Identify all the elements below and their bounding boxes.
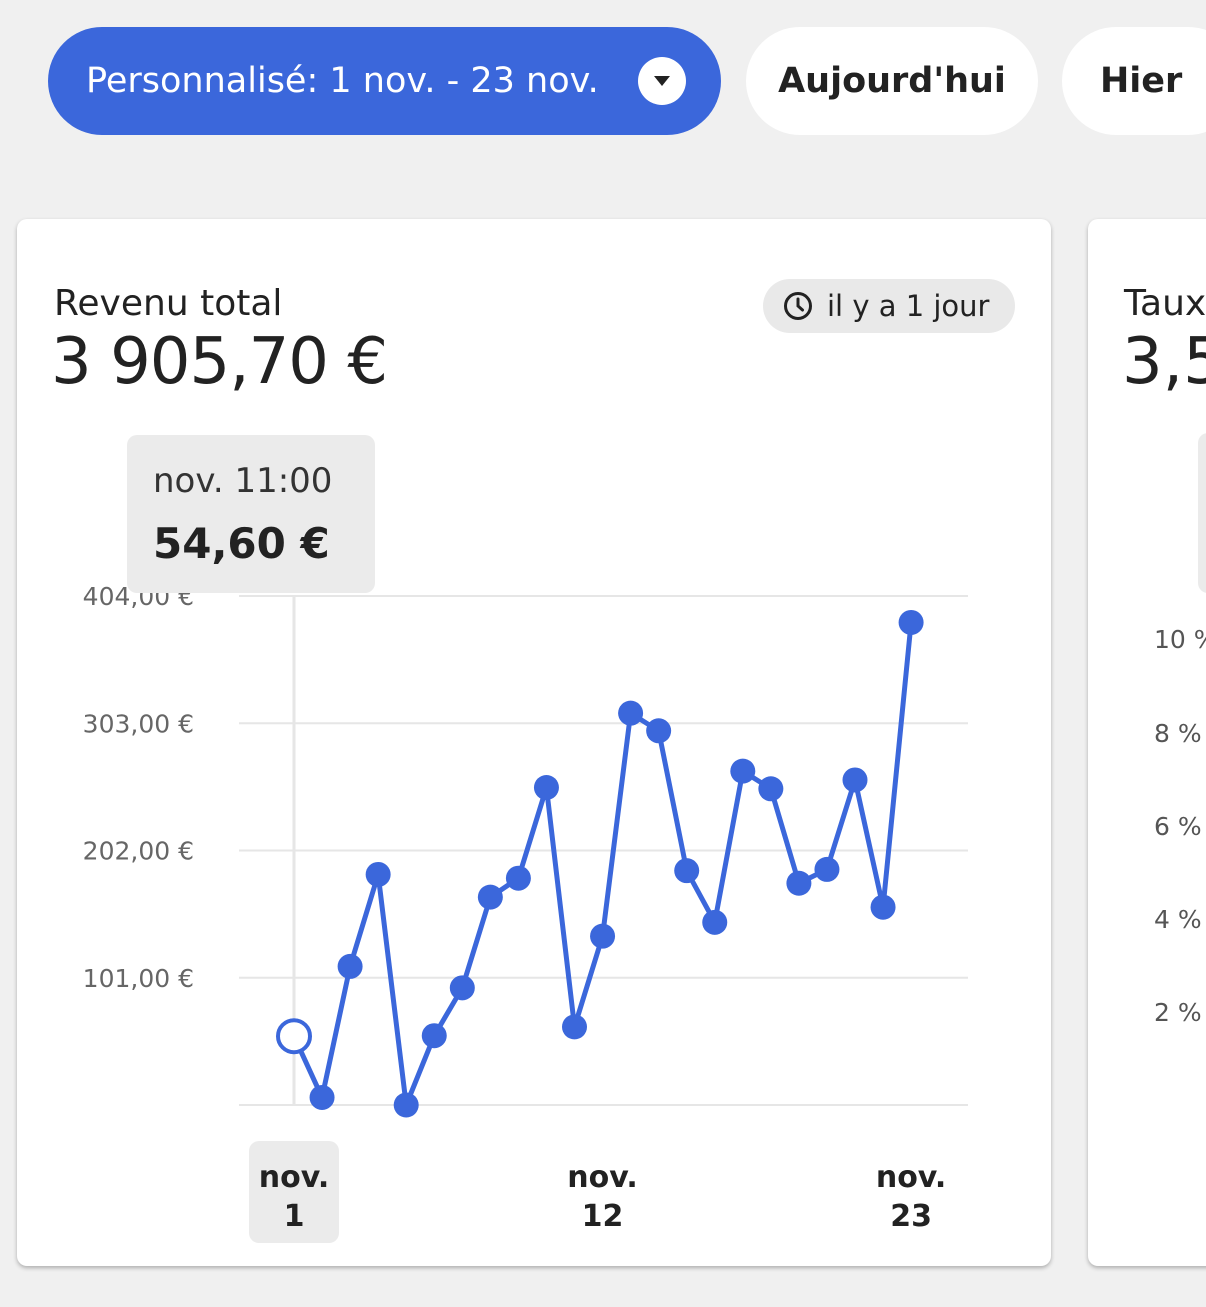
custom-range-filter[interactable]: Personnalisé: 1 nov. - 23 nov. <box>48 27 721 135</box>
side-metric-title: Taux <box>1124 283 1206 324</box>
yesterday-filter[interactable]: Hier <box>1062 27 1206 135</box>
x-tick-label: 1 <box>284 1199 305 1234</box>
y-tick-label: 101,00 € <box>83 964 194 993</box>
data-point[interactable] <box>421 1023 447 1049</box>
data-point[interactable] <box>646 718 672 744</box>
data-point[interactable] <box>365 861 391 887</box>
x-tick-label: 12 <box>582 1199 624 1234</box>
data-point[interactable] <box>393 1092 419 1118</box>
x-tick-label: nov. <box>876 1160 946 1195</box>
data-point[interactable] <box>758 776 784 802</box>
tooltip-value: 54,60 € <box>153 519 330 568</box>
side-chart-tooltip <box>1198 433 1206 593</box>
revenue-line-chart: 101,00 €202,00 €303,00 €404,00 €nov.1nov… <box>83 582 968 1243</box>
yesterday-label: Hier <box>1100 61 1183 101</box>
data-point[interactable] <box>702 909 728 935</box>
data-point[interactable] <box>898 609 924 635</box>
side-metric-value: 3,5 <box>1122 325 1206 399</box>
revenue-card: Revenu total 3 905,70 € il y a 1 jour 10… <box>17 219 1051 1266</box>
data-point[interactable] <box>870 894 896 920</box>
side-y-tick-label: 4 % <box>1154 905 1202 934</box>
chevron-down-icon <box>638 57 686 105</box>
x-tick-label: nov. <box>567 1160 637 1195</box>
y-tick-label: 303,00 € <box>83 709 194 738</box>
side-y-tick-label: 8 % <box>1154 719 1202 748</box>
data-point[interactable] <box>590 923 616 949</box>
data-point[interactable] <box>477 884 503 910</box>
data-point[interactable] <box>505 865 531 891</box>
data-point[interactable] <box>674 858 700 884</box>
y-tick-label: 202,00 € <box>83 837 194 866</box>
side-y-tick-label: 2 % <box>1154 998 1202 1027</box>
data-point[interactable] <box>309 1084 335 1110</box>
side-y-tick-label: 10 % <box>1154 625 1206 654</box>
data-point[interactable] <box>814 856 840 882</box>
data-point[interactable] <box>730 758 756 784</box>
x-tick-label: 23 <box>890 1199 932 1234</box>
today-filter[interactable]: Aujourd'hui <box>746 27 1038 135</box>
tooltip-label: nov. 11:00 <box>153 461 333 501</box>
side-y-tick-label: 6 % <box>1154 812 1202 841</box>
x-tick-label: nov. <box>259 1160 329 1195</box>
data-point[interactable] <box>533 775 559 801</box>
rate-card: Taux 3,5 10 % 8 % 6 % 4 % 2 % <box>1088 219 1206 1266</box>
data-point[interactable] <box>786 870 812 896</box>
data-point[interactable] <box>337 953 363 979</box>
chart-tooltip: nov. 11:00 54,60 € <box>127 435 375 593</box>
today-label: Aujourd'hui <box>778 61 1006 101</box>
data-point[interactable] <box>618 700 644 726</box>
data-point-highlighted[interactable] <box>276 1018 312 1055</box>
data-point[interactable] <box>842 767 868 793</box>
data-point[interactable] <box>562 1014 587 1040</box>
custom-range-label: Personnalisé: 1 nov. - 23 nov. <box>86 61 599 101</box>
data-point[interactable] <box>449 975 475 1001</box>
